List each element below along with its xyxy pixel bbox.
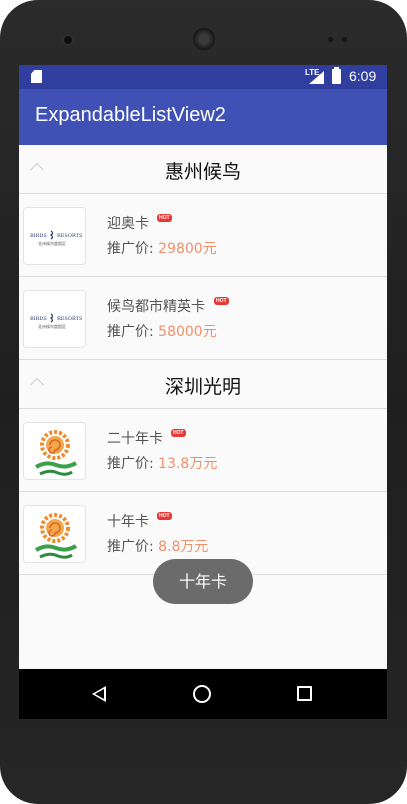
front-camera	[64, 36, 72, 44]
group-header-huizhou[interactable]: 惠州候鸟	[19, 145, 387, 194]
navigation-bar	[19, 669, 387, 719]
recents-icon[interactable]	[297, 686, 312, 701]
price-label: 推广价:	[107, 539, 154, 555]
svg-text:北州候鸟度假区: 北州候鸟度假区	[38, 240, 66, 246]
svg-text:BIRDS: BIRDS	[30, 233, 47, 239]
phone-frame: LTE 6:09 ExpandableListView2 惠州候鸟 BIRDS …	[0, 0, 407, 804]
svg-text:RESORTS: RESORTS	[57, 316, 83, 322]
home-icon[interactable]	[193, 685, 211, 703]
price-row: 推广价: 13.8万元	[107, 453, 217, 473]
svg-text:RESORTS: RESORTS	[57, 233, 83, 239]
svg-text:BIRDS: BIRDS	[30, 316, 47, 322]
hot-badge: HOT	[157, 214, 172, 222]
price-value: 8.8万元	[158, 539, 209, 555]
price-row: 推广价: 58000元	[107, 321, 217, 341]
sunflower-logo	[23, 422, 86, 480]
group-title: 惠州候鸟	[164, 161, 241, 183]
list-item[interactable]: 二十年卡 HOT 推广价: 13.8万元	[19, 409, 387, 492]
card-name: 十年卡	[107, 514, 149, 530]
hot-badge: HOT	[171, 429, 186, 437]
earpiece-speaker	[193, 28, 215, 50]
birds-resorts-logo: BIRDS RESORTS 北州候鸟度假区	[23, 207, 86, 265]
toast-message: 十年卡	[153, 559, 253, 604]
price-row: 推广价: 29800元	[107, 238, 217, 258]
hot-badge: HOT	[157, 512, 172, 520]
birds-resorts-logo: BIRDS RESORTS 北州候鸟度假区	[23, 290, 86, 348]
hot-badge: HOT	[214, 297, 229, 305]
price-value: 13.8万元	[158, 456, 218, 472]
price-label: 推广价:	[107, 241, 154, 257]
group-title: 深圳光明	[164, 376, 241, 398]
card-name: 二十年卡	[107, 431, 163, 447]
app-title: ExpandableListView2	[35, 104, 226, 126]
screen: LTE 6:09 ExpandableListView2 惠州候鸟 BIRDS …	[19, 65, 387, 719]
group-header-shenzhen[interactable]: 深圳光明	[19, 360, 387, 409]
expandable-list: 惠州候鸟 BIRDS RESORTS 北州候鸟度假区 迎奥卡 HOT 推广价: …	[19, 145, 387, 575]
price-label: 推广价:	[107, 456, 154, 472]
network-type: LTE	[305, 68, 320, 77]
card-name: 迎奥卡	[107, 216, 149, 232]
proximity-sensor	[328, 37, 333, 42]
status-bar: LTE 6:09	[19, 65, 387, 89]
light-sensor	[342, 37, 347, 42]
svg-text:北州候鸟度假区: 北州候鸟度假区	[38, 323, 66, 329]
status-time: 6:09	[349, 68, 377, 84]
card-name: 候鸟都市精英卡	[107, 299, 205, 315]
sunflower-logo	[23, 505, 86, 563]
battery-icon	[332, 67, 341, 84]
price-row: 推广价: 8.8万元	[107, 536, 208, 556]
price-value: 29800元	[158, 241, 217, 257]
price-label: 推广价:	[107, 324, 154, 340]
app-bar: ExpandableListView2	[19, 89, 387, 145]
price-value: 58000元	[158, 324, 217, 340]
back-icon[interactable]	[92, 686, 106, 702]
list-item[interactable]: BIRDS RESORTS 北州候鸟度假区 迎奥卡 HOT 推广价: 29800…	[19, 194, 387, 277]
list-item[interactable]: BIRDS RESORTS 北州候鸟度假区 候鸟都市精英卡 HOT 推广价: 5…	[19, 277, 387, 360]
sd-card-icon	[31, 70, 42, 83]
